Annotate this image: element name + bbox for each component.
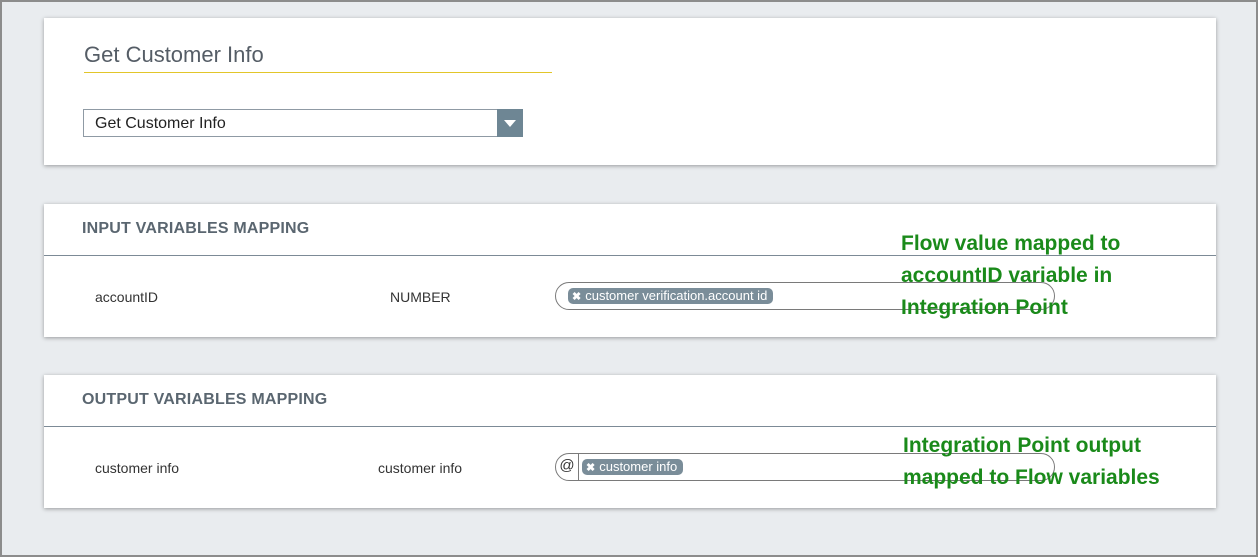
input-annotation: Flow value mapped to accountID variable … [901,228,1120,324]
integration-select[interactable]: Get Customer Info [83,109,523,137]
variable-type: NUMBER [390,289,451,305]
variable-name: customer info [95,460,180,476]
mapped-value-label: customer info [599,459,678,474]
page-title: Get Customer Info [84,42,264,67]
close-icon[interactable]: ✖ [586,460,595,476]
annotation-line: accountID variable in [901,264,1113,287]
annotation-line: Flow value mapped to [901,232,1121,255]
integration-panel: Get Customer Info Get Customer Info [44,18,1216,165]
output-variables-panel: OUTPUT VARIABLES MAPPING customer info c… [44,375,1216,508]
input-variables-panel: INPUT VARIABLES MAPPING accountID NUMBER… [44,204,1216,337]
annotation-line: Integration Point output [903,434,1141,457]
output-annotation: Integration Point output mapped to Flow … [903,430,1160,494]
variable-type: customer info [378,460,463,476]
annotation-line: mapped to Flow variables [903,466,1160,489]
output-section-header: OUTPUT VARIABLES MAPPING [82,391,328,408]
input-section-header: INPUT VARIABLES MAPPING [82,220,310,237]
close-icon[interactable]: ✖ [572,289,581,305]
mapped-value-label: customer verification.account id [585,288,768,303]
at-sign-icon[interactable]: @ [556,454,579,480]
section-divider [44,426,1216,427]
mapped-value-tag: ✖ customer verification.account id [568,288,774,305]
variable-name: accountID [95,289,159,305]
integration-title-field[interactable]: Get Customer Info [84,42,552,73]
mapped-value-tag: ✖ customer info [582,459,684,476]
integration-select-value: Get Customer Info [95,115,226,132]
chevron-down-icon[interactable] [497,109,523,137]
annotation-line: Integration Point [901,296,1068,319]
